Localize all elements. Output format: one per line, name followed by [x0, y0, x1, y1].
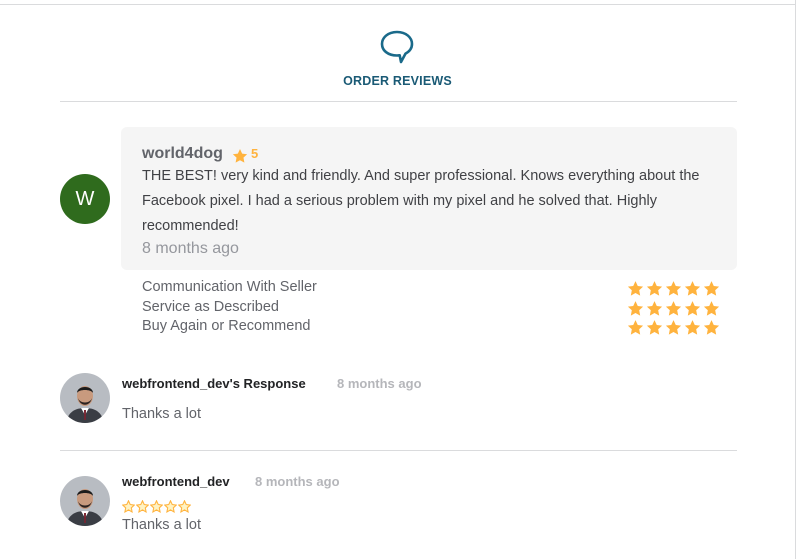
scrollbar-edge: [795, 0, 796, 559]
star-icon: [665, 300, 682, 316]
divider: [60, 101, 737, 102]
response-author: webfrontend_dev's Response: [122, 376, 306, 391]
breakdown-row: Service as Described: [142, 299, 720, 319]
review-timestamp: 8 months ago: [255, 474, 340, 489]
breakdown-label: Buy Again or Recommend: [142, 318, 311, 334]
star-icon: [627, 281, 644, 296]
star-icon: [684, 300, 701, 316]
breakdown-label: Service as Described: [142, 298, 279, 315]
rating-breakdown: Communication With Seller Service as Des…: [142, 279, 720, 338]
star-rating: [627, 300, 720, 317]
top-border: [0, 4, 795, 5]
star-icon: [684, 320, 701, 335]
star-outline-icon: [122, 500, 135, 513]
breakdown-row: Buy Again or Recommend: [142, 318, 720, 338]
review-rating: 5: [251, 146, 259, 161]
star-icon: [703, 281, 720, 296]
star-icon: [665, 320, 682, 335]
star-icon: [232, 149, 248, 163]
review-author[interactable]: webfrontend_dev: [122, 474, 230, 489]
speech-bubble-icon: [380, 30, 414, 64]
review-text: Thanks a lot: [122, 517, 201, 533]
seller-avatar[interactable]: [60, 373, 110, 423]
star-outline-icon: [136, 500, 149, 513]
section-title: ORDER REVIEWS: [343, 74, 452, 88]
breakdown-label: Communication With Seller: [142, 279, 317, 295]
star-rating: [627, 319, 720, 336]
review-timestamp: 8 months ago: [142, 240, 239, 257]
star-icon: [627, 320, 644, 335]
star-outline-icon: [178, 500, 191, 513]
star-rating: [627, 280, 720, 297]
star-icon: [627, 300, 644, 316]
star-rating-outline: [122, 500, 191, 513]
star-icon: [646, 320, 663, 335]
star-outline-icon: [164, 500, 177, 513]
star-icon: [646, 281, 663, 296]
divider: [60, 450, 737, 451]
star-outline-icon: [150, 500, 163, 513]
reviewer-avatar[interactable]: W: [60, 174, 110, 224]
star-icon: [703, 300, 720, 316]
star-icon: [665, 281, 682, 296]
star-icon: [684, 281, 701, 296]
review-text: THE BEST! very kind and friendly. And su…: [142, 168, 700, 234]
breakdown-row: Communication With Seller: [142, 279, 720, 299]
reviewer-username[interactable]: world4dog: [142, 145, 223, 163]
response-text: Thanks a lot: [122, 406, 201, 422]
response-timestamp: 8 months ago: [337, 376, 422, 391]
star-icon: [703, 320, 720, 335]
seller-avatar[interactable]: [60, 476, 110, 526]
star-icon: [646, 300, 663, 316]
